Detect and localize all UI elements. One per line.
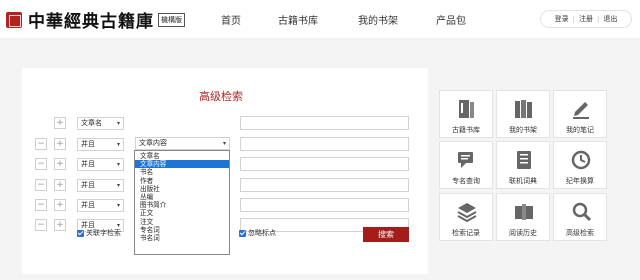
dropdown-option[interactable]: 专名词	[135, 226, 229, 234]
panel-title: 高级检索	[199, 90, 243, 103]
add-row-button[interactable]: +	[54, 138, 66, 150]
field-select[interactable]: 文章名 ▾	[77, 117, 124, 130]
add-row-button[interactable]: +	[54, 117, 66, 129]
tile-ancient-library[interactable]: 古籍书库	[439, 90, 493, 138]
nav-my-shelf[interactable]: 我的书架	[358, 12, 398, 27]
logo-edition-badge: 機構版	[158, 12, 185, 27]
open-book-icon	[515, 204, 533, 220]
search-input[interactable]	[240, 116, 409, 130]
chevron-down-icon: ▾	[116, 141, 120, 148]
nav-home[interactable]: 首页	[221, 12, 241, 27]
logo-text: 中華經典古籍庫	[28, 12, 154, 32]
add-row-button[interactable]: +	[54, 158, 66, 170]
add-row-button[interactable]: +	[54, 179, 66, 191]
related-char-search-checkbox[interactable]: 关联字检索	[77, 228, 121, 238]
login-link[interactable]: 登录	[555, 14, 569, 24]
layers-icon	[457, 203, 477, 223]
remove-row-button[interactable]: −	[35, 219, 47, 231]
nav-product-package[interactable]: 产品包	[436, 12, 466, 27]
dictionary-icon	[517, 151, 531, 169]
tile-reading-history[interactable]: 阅读历史	[496, 193, 550, 241]
field-select[interactable]: 文章内容 ▾	[135, 137, 230, 150]
chevron-down-icon: ▾	[222, 140, 226, 147]
dropdown-option[interactable]: 作者	[135, 177, 229, 185]
remove-row-button[interactable]: −	[35, 199, 47, 211]
tile-era-conversion[interactable]: 纪年换算	[553, 141, 607, 189]
dropdown-option[interactable]: 出版社	[135, 185, 229, 193]
chevron-down-icon: ▾	[116, 161, 120, 168]
user-links: 登录 | 注册 | 退出	[540, 10, 632, 28]
top-header: 中華經典古籍庫 機構版 首页 古籍书库 我的书架 产品包 登录 | 注册 | 退…	[0, 0, 640, 38]
seal-icon	[6, 11, 22, 28]
register-link[interactable]: 注册	[579, 14, 593, 24]
tile-proper-name-query[interactable]: 专名查询	[439, 141, 493, 189]
add-row-button[interactable]: +	[54, 219, 66, 231]
separator: |	[572, 15, 575, 23]
search-button[interactable]: 搜索	[363, 227, 409, 242]
site-logo[interactable]: 中華經典古籍庫 機構版	[6, 7, 185, 32]
logic-select[interactable]: 并且 ▾	[77, 199, 124, 212]
dropdown-option[interactable]: 书名	[135, 168, 229, 176]
logic-select[interactable]: 并且 ▾	[77, 158, 124, 171]
pen-note-icon	[573, 102, 589, 119]
books-icon	[515, 100, 532, 118]
checkbox-checked-icon	[77, 229, 84, 237]
chat-search-icon	[458, 152, 473, 168]
tile-my-shelf[interactable]: 我的书架	[496, 90, 550, 138]
magnifier-icon	[572, 202, 591, 222]
search-input[interactable]	[240, 198, 409, 212]
ignore-punctuation-checkbox[interactable]: 忽略标点	[239, 228, 276, 238]
tile-my-notes[interactable]: 我的笔记	[553, 90, 607, 138]
dropdown-option[interactable]: 文章名	[135, 152, 229, 160]
nav-ancient-library[interactable]: 古籍书库	[278, 12, 318, 27]
dropdown-option[interactable]: 丛编	[135, 193, 229, 201]
chevron-down-icon: ▾	[116, 202, 120, 209]
checkbox-checked-icon	[239, 229, 246, 237]
add-row-button[interactable]: +	[54, 199, 66, 211]
dropdown-option[interactable]: 正文	[135, 209, 229, 217]
tile-search-history[interactable]: 检索记录	[439, 193, 493, 241]
bookshelf-icon	[459, 100, 474, 118]
search-input[interactable]	[240, 178, 409, 192]
logic-select[interactable]: 并且 ▾	[77, 179, 124, 192]
separator: |	[597, 15, 600, 23]
chevron-down-icon: ▾	[116, 182, 120, 189]
field-dropdown-list[interactable]: 文章名 文章内容 书名 作者 出版社 丛编 图书简介 正文 注文 专名词 书名词	[134, 150, 230, 255]
chevron-down-icon: ▾	[116, 120, 120, 127]
logout-link[interactable]: 退出	[603, 14, 617, 24]
remove-row-button[interactable]: −	[35, 179, 47, 191]
tile-advanced-search[interactable]: 高级检索	[553, 193, 607, 241]
history-clock-icon	[571, 150, 591, 170]
tile-online-dictionary[interactable]: 联机词典	[496, 141, 550, 189]
search-input[interactable]	[240, 157, 409, 171]
logic-select[interactable]: 并且 ▾	[77, 138, 124, 151]
remove-row-button[interactable]: −	[35, 138, 47, 150]
search-input[interactable]	[240, 137, 409, 151]
dropdown-option[interactable]: 书名词	[135, 234, 229, 242]
remove-row-button[interactable]: −	[35, 158, 47, 170]
dropdown-option[interactable]: 注文	[135, 218, 229, 226]
